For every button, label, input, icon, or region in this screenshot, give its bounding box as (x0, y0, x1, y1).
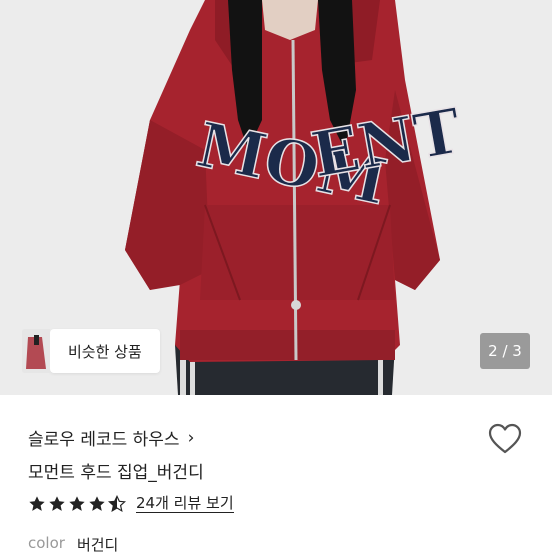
similar-products-chip[interactable]: 비슷한 상품 (22, 329, 160, 373)
heart-icon[interactable] (488, 423, 522, 455)
rating-stars (28, 494, 126, 513)
star-icon (29, 495, 45, 511)
page-indicator-text: 2 / 3 (488, 342, 522, 360)
half-star-icon (108, 494, 126, 512)
star-icon (69, 495, 85, 511)
chevron-right-icon: › (187, 427, 195, 448)
image-page-indicator: 2 / 3 (480, 333, 530, 369)
product-title: 모먼트 후드 집업_버건디 (28, 463, 204, 483)
similar-products-button[interactable]: 비슷한 상품 (50, 329, 160, 373)
rating-row: 24개 리뷰 보기 (28, 494, 234, 513)
product-image-gallery[interactable]: MOM ENT 비슷한 상품 2 / 3 (0, 0, 552, 395)
star-icon (89, 495, 105, 511)
review-link[interactable]: 24개 리뷰 보기 (136, 494, 234, 513)
similar-product-thumbnail (22, 329, 50, 373)
store-link[interactable]: 슬로우 레코드 하우스 › (28, 425, 195, 451)
store-name: 슬로우 레코드 하우스 (28, 430, 180, 450)
similar-products-label: 비슷한 상품 (68, 342, 142, 361)
star-icon (49, 495, 65, 511)
